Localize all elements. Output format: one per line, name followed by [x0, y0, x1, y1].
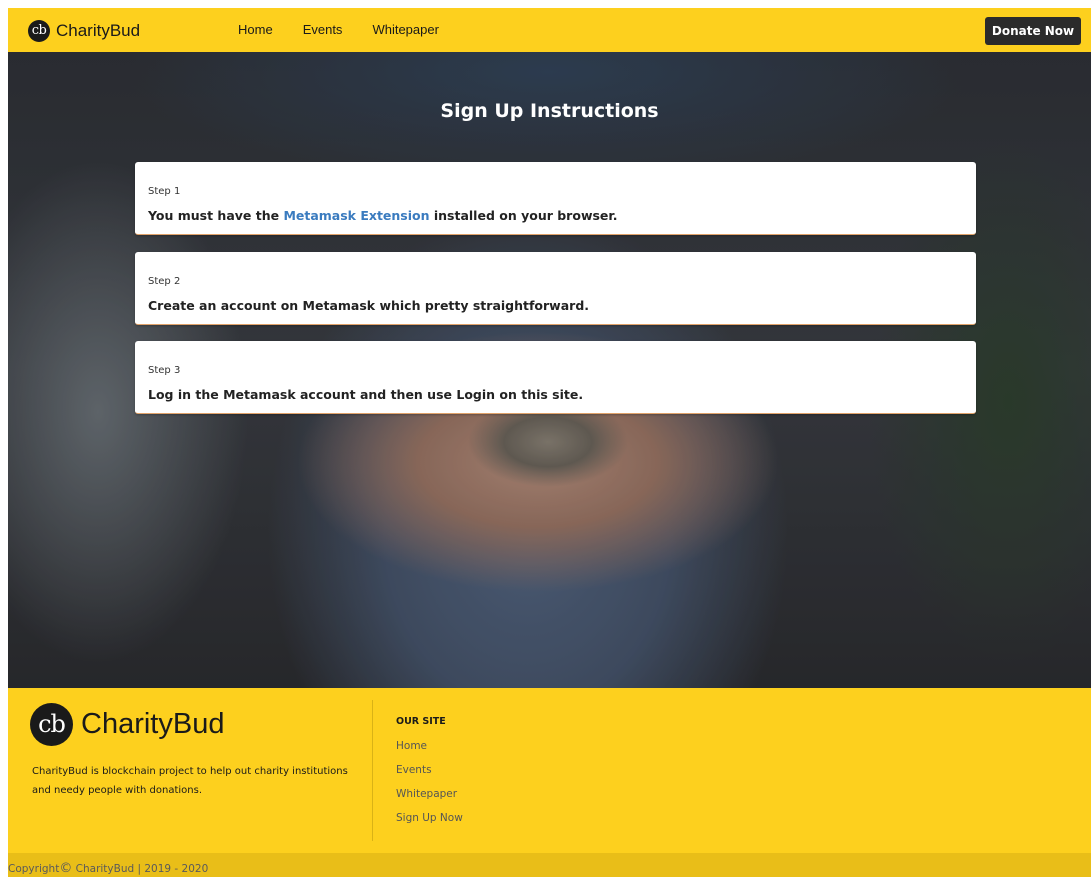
- footer-brand: cb CharityBud: [30, 703, 224, 746]
- step-text: You must have the Metamask Extension ins…: [148, 208, 618, 223]
- step-text-part: You must have the: [148, 208, 284, 223]
- step-card-3: Step 3 Log in the Metamask account and t…: [135, 341, 976, 414]
- brand-link[interactable]: cb CharityBud: [28, 20, 140, 42]
- step-card-1: Step 1 You must have the Metamask Extens…: [135, 162, 976, 235]
- footer: cb CharityBud CharityBud is blockchain p…: [8, 688, 1091, 853]
- step-card-2: Step 2 Create an account on Metamask whi…: [135, 252, 976, 325]
- nav-links: Home Events Whitepaper: [238, 22, 469, 37]
- copyright-text: Copyright© CharityBud | 2019 - 2020: [8, 861, 208, 876]
- metamask-extension-link[interactable]: Metamask Extension: [283, 208, 429, 223]
- footer-description: CharityBud is blockchain project to help…: [32, 766, 348, 796]
- brand-name: CharityBud: [56, 21, 141, 40]
- nav-link-whitepaper[interactable]: Whitepaper: [372, 22, 438, 37]
- logo-text: cb: [31, 23, 47, 38]
- nav-link-events[interactable]: Events: [303, 22, 343, 37]
- step-text: Create an account on Metamask which pret…: [148, 298, 590, 313]
- hero-section: Sign Up Instructions Step 1 You must hav…: [8, 52, 1091, 688]
- logo-text: cb: [38, 709, 66, 738]
- footer-links: Home Events Whitepaper Sign Up Now: [396, 738, 463, 834]
- step-text: Log in the Metamask account and then use…: [148, 387, 584, 402]
- step-label: Step 1: [148, 186, 181, 197]
- copyright-prefix: Copyright: [8, 863, 60, 875]
- step-label: Step 2: [148, 276, 181, 287]
- page: cb CharityBud Home Events Whitepaper Don…: [8, 8, 1091, 877]
- copyright-bar: Copyright© CharityBud | 2019 - 2020: [8, 853, 1091, 877]
- step-label: Step 3: [148, 365, 181, 376]
- cb-logo-icon: cb: [28, 20, 50, 42]
- footer-divider: [372, 700, 373, 841]
- navbar: cb CharityBud Home Events Whitepaper Don…: [8, 8, 1091, 52]
- footer-link-events[interactable]: Events: [396, 762, 463, 786]
- copyright-suffix: CharityBud | 2019 - 2020: [72, 863, 209, 875]
- footer-brand-name: CharityBud: [81, 708, 225, 740]
- page-title: Sign Up Instructions: [440, 100, 659, 122]
- nav-link-home[interactable]: Home: [238, 22, 273, 37]
- donate-now-button[interactable]: Donate Now: [985, 17, 1081, 45]
- footer-link-home[interactable]: Home: [396, 738, 463, 762]
- copyright-icon: ©: [59, 861, 73, 876]
- footer-link-sign-up-now[interactable]: Sign Up Now: [396, 810, 463, 834]
- footer-link-whitepaper[interactable]: Whitepaper: [396, 786, 463, 810]
- step-text-part: installed on your browser.: [429, 208, 618, 223]
- cb-logo-icon: cb: [30, 703, 73, 746]
- our-site-heading: OUR SITE: [396, 716, 446, 727]
